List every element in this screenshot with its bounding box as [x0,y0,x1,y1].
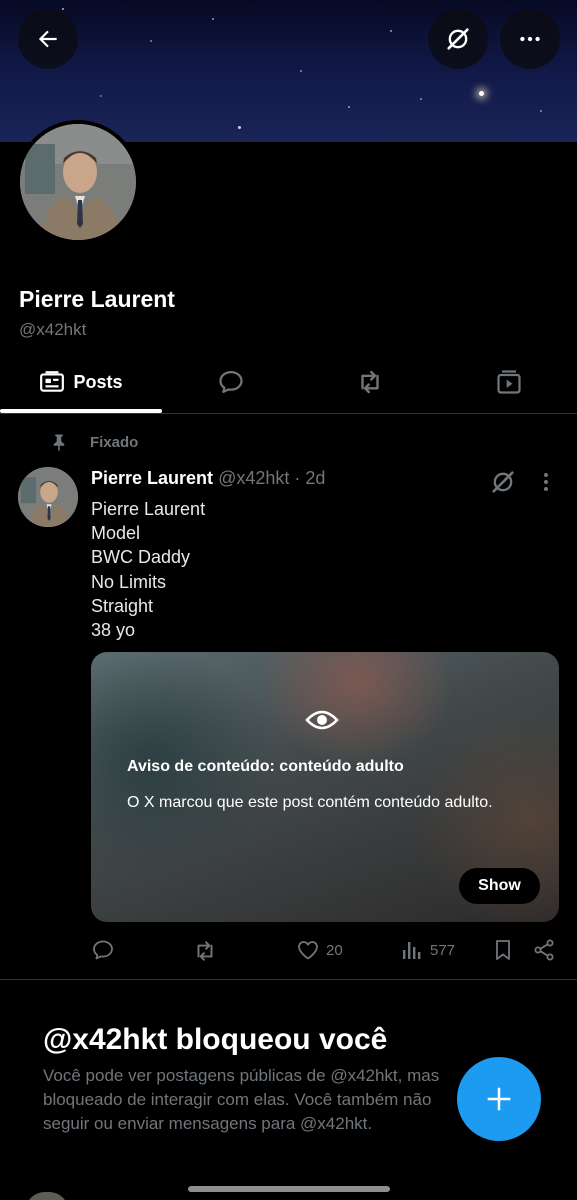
grok-slash-icon [492,471,514,493]
repost-button[interactable] [192,938,218,964]
post-line: Pierre Laurent [91,499,206,519]
arrow-left-icon [38,30,57,48]
avatar-photo [20,124,136,240]
post-avatar[interactable] [18,467,78,527]
more-vertical-icon [544,473,548,491]
post-author-meta: @x42hkt · 2d [218,468,326,488]
divider [0,979,577,980]
post-line: 38 yo [91,620,136,641]
active-tab-indicator [0,409,162,413]
post-text: Pierre Laurent Model BWC Daddy No Limits… [91,497,205,642]
post-avatar-photo [18,467,78,527]
sensitive-media-card: Aviso de conteúdo: conteúdo adulto O X m… [91,652,559,922]
heart-icon [298,941,318,960]
banner-star [238,126,241,129]
like-button[interactable]: 20 [296,938,343,962]
tab-replies[interactable] [162,352,300,412]
tab-posts[interactable]: Posts [0,352,162,412]
compose-button[interactable] [457,1057,541,1141]
grok-button[interactable] [428,9,488,69]
profile-tabs: Posts [0,352,577,414]
more-horizontal-icon [520,36,540,42]
post-line: Model [91,523,141,544]
repost-icon [197,941,213,961]
reply-button[interactable] [91,938,115,962]
repost-icon [361,370,379,394]
tab-reposts[interactable] [300,352,440,412]
banner-star [540,110,542,112]
post-more-button[interactable] [536,470,556,499]
blocked-line: seguir ou enviar mensagens para @x42hkt. [43,1114,373,1133]
banner-star [348,106,350,108]
plus-icon [487,1087,511,1111]
blocked-line: bloqueado de interagir com elas. Você ta… [43,1090,432,1109]
more-button[interactable] [500,9,560,69]
next-post-avatar [25,1192,69,1200]
share-button[interactable] [532,938,556,962]
banner-star [212,18,214,20]
blocked-title: @x42hkt bloqueou você [43,1023,388,1056]
banner-star [62,8,64,10]
post-author-name[interactable]: Pierre Laurent [91,468,213,488]
pin-icon [53,434,65,451]
banner-star [100,95,102,97]
media-icon [496,370,521,394]
content-warning-title: Aviso de conteúdo: conteúdo adulto [127,758,404,775]
views-icon [403,942,421,959]
tab-posts-label: Posts [73,371,123,392]
bookmark-button[interactable] [491,938,515,962]
avatar[interactable] [16,120,140,244]
view-count: 577 [430,941,456,959]
views-button[interactable]: 577 [400,938,455,962]
back-button[interactable] [18,9,78,69]
like-count: 20 [326,941,343,959]
pinned-indicator: Fixado [50,432,138,452]
profile-name: Pierre Laurent [19,286,175,312]
content-warning-description: O X marcou que este post contém conteúdo… [127,794,493,811]
reply-icon [93,940,113,960]
banner-star [479,91,484,96]
blocked-line: Você pode ver postagens públicas de @x42… [43,1066,440,1085]
profile-handle: @x42hkt [19,320,87,339]
replies-icon [219,370,243,394]
pinned-label: Fixado [90,433,139,451]
posts-icon [40,371,65,392]
banner-star [390,30,392,32]
banner-star [420,98,422,100]
grok-slash-icon [447,28,469,50]
post-line: No Limits [91,571,167,592]
post-grok-button[interactable] [489,468,517,501]
eye-icon [305,710,339,730]
banner-star [300,70,302,72]
tab-media[interactable] [440,352,577,412]
post-line: BWC Daddy [91,547,191,568]
bookmark-icon [496,940,510,960]
home-indicator[interactable] [188,1186,390,1192]
share-icon [534,939,554,961]
post-header: Pierre Laurent @x42hkt · 2d [91,468,325,489]
post-line: Straight [91,595,154,616]
blocked-description: Você pode ver postagens públicas de @x42… [43,1064,463,1136]
show-media-button[interactable]: Show [459,868,540,904]
banner-star [150,40,152,42]
